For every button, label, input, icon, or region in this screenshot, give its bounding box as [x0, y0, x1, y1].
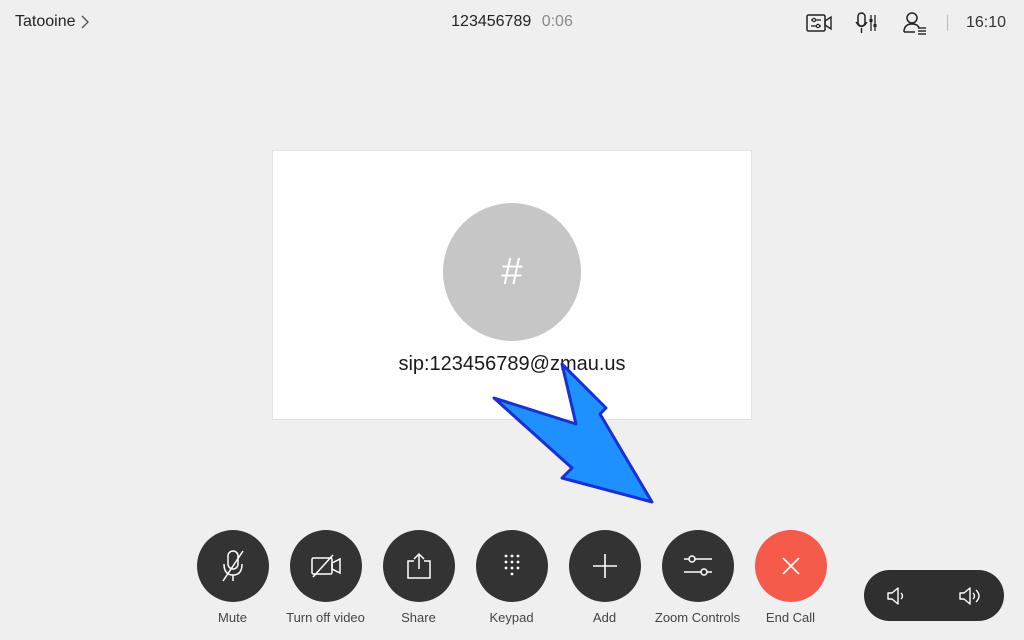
volume-down-button[interactable] [882, 581, 912, 611]
end-call-button-circle[interactable] [754, 530, 827, 602]
zoom-controls-button-circle[interactable] [661, 530, 734, 602]
share-icon [406, 552, 431, 579]
top-bar: Tatooine 123456789 0:06 16:10 [0, 0, 1024, 46]
close-icon [781, 557, 800, 575]
chevron-right-icon [81, 15, 89, 29]
keypad-button[interactable]: Keypad [465, 530, 558, 625]
microphone-muted-icon [221, 550, 244, 582]
room-name-button[interactable]: Tatooine [15, 13, 90, 31]
add-label: Add [592, 610, 617, 625]
volume-control [864, 570, 1004, 621]
top-icons: 16:10 [785, 10, 1006, 36]
keypad-label: Keypad [489, 610, 534, 625]
volume-up-button[interactable] [956, 581, 986, 611]
participants-icon[interactable] [901, 10, 929, 36]
volume-down-icon [887, 586, 904, 605]
plus-icon [592, 554, 617, 578]
share-button-circle[interactable] [382, 530, 455, 602]
zoom-controls-button[interactable]: Zoom Controls [651, 530, 744, 625]
room-name: Tatooine [15, 13, 76, 30]
end-call-button[interactable]: End Call [744, 530, 837, 625]
mute-button-circle[interactable] [196, 530, 269, 602]
camera-off-icon [310, 554, 341, 578]
sliders-icon [683, 555, 712, 576]
keypad-button-circle[interactable] [475, 530, 548, 602]
avatar: # [443, 203, 581, 341]
participant-card: # sip:123456789@zmau.us [272, 150, 752, 420]
add-button[interactable]: Add [558, 530, 651, 625]
participant-address: sip:123456789@zmau.us [398, 353, 626, 375]
share-button[interactable]: Share [372, 530, 465, 625]
audio-controls-icon[interactable] [853, 10, 881, 36]
divider [946, 15, 948, 31]
turn-off-video-label: Turn off video [286, 610, 365, 625]
clock: 16:10 [965, 14, 1006, 31]
call-duration: 0:06 [541, 13, 573, 30]
end-call-label: End Call [765, 610, 816, 625]
self-view-icon[interactable] [805, 10, 833, 36]
mute-button[interactable]: Mute [186, 530, 279, 625]
volume-up-icon [959, 586, 980, 605]
call-number: 123456789 [451, 13, 532, 30]
mute-label: Mute [218, 610, 247, 625]
zoom-controls-label: Zoom Controls [654, 610, 741, 625]
turn-off-video-button[interactable]: Turn off video [279, 530, 372, 625]
keypad-icon [504, 554, 519, 576]
add-button-circle[interactable] [568, 530, 641, 602]
call-controls: Mute Turn off video Share Keypad Add Zoo… [186, 530, 837, 625]
turn-off-video-button-circle[interactable] [289, 530, 362, 602]
share-label: Share [401, 610, 436, 625]
